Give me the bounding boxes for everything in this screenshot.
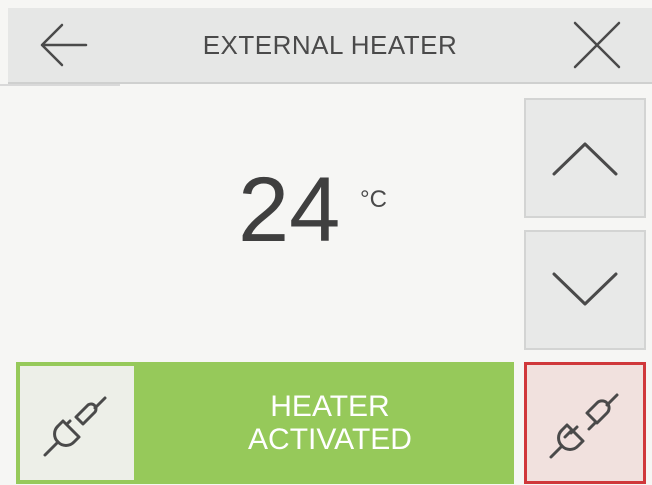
chevron-down-icon <box>552 272 618 306</box>
page-title: EXTERNAL HEATER <box>202 30 458 60</box>
plug-icon-box <box>20 366 134 480</box>
temperature-value: 24 <box>238 159 341 261</box>
external-heater-screen: EXTERNAL HEATER 24 °C HEATER ACTIVATED <box>0 0 652 485</box>
close-button[interactable] <box>542 8 652 82</box>
status-line-2: ACTIVATED <box>248 423 412 456</box>
heater-status-panel: HEATER ACTIVATED <box>16 362 514 484</box>
status-line-1: HEATER <box>270 390 390 423</box>
increase-temperature-button[interactable] <box>524 98 646 218</box>
chevron-up-icon <box>552 142 618 176</box>
temperature-display: 24 °C <box>160 150 460 270</box>
arrow-left-icon <box>40 23 88 67</box>
disconnect-heater-button[interactable] <box>524 362 646 484</box>
close-icon <box>573 21 621 69</box>
plug-disconnected-icon <box>549 393 619 459</box>
temperature-unit: °C <box>360 186 387 213</box>
status-text: HEATER ACTIVATED <box>146 362 514 484</box>
header-divider <box>0 84 120 86</box>
plug-connected-icon <box>43 396 107 457</box>
header-bar: EXTERNAL HEATER <box>8 8 652 84</box>
back-button[interactable] <box>8 8 118 82</box>
decrease-temperature-button[interactable] <box>524 230 646 350</box>
